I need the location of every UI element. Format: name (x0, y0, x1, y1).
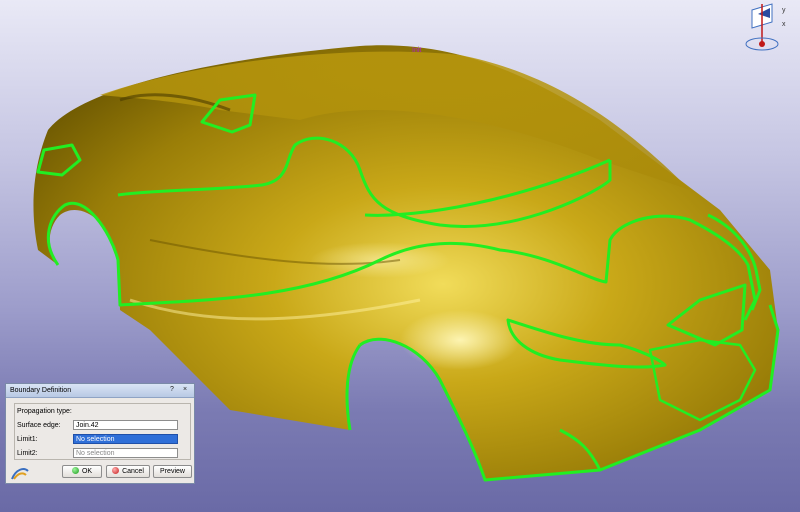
limit1-field[interactable]: No selection (73, 434, 178, 444)
help-button[interactable]: ? (167, 386, 177, 394)
ok-icon (71, 467, 79, 474)
cancel-icon (112, 467, 120, 474)
preview-button[interactable]: Preview (153, 465, 192, 478)
app-logo-icon (11, 468, 29, 480)
limit2-field[interactable]: No selection (73, 448, 178, 458)
dialog-title: Boundary Definition (10, 387, 72, 394)
surface-edge-label: Surface edge: (17, 422, 61, 429)
surface-edge-field[interactable]: Join.42 (73, 420, 178, 430)
ok-button-label: OK (81, 468, 93, 475)
limit2-label: Limit2: (17, 450, 38, 457)
close-button[interactable]: × (180, 386, 190, 394)
axis-label-y: y (782, 7, 786, 14)
axis-label-x: x (782, 21, 786, 28)
cancel-button-label: Cancel (122, 468, 144, 475)
limit1-label: Limit1: (17, 436, 38, 443)
boundary-definition-dialog[interactable]: Boundary Definition ? × Propagation type… (5, 383, 195, 484)
propagation-type-label: Propagation type: (17, 408, 72, 415)
dialog-titlebar[interactable]: Boundary Definition ? × (6, 384, 194, 398)
ok-button[interactable]: OK (62, 465, 102, 478)
boundary-options-group: Propagation type: Surface edge: Join.42 … (14, 403, 191, 460)
cancel-button[interactable]: Cancel (106, 465, 150, 478)
origin-label: Init (412, 47, 422, 54)
compass-icon[interactable]: y x (728, 0, 800, 56)
